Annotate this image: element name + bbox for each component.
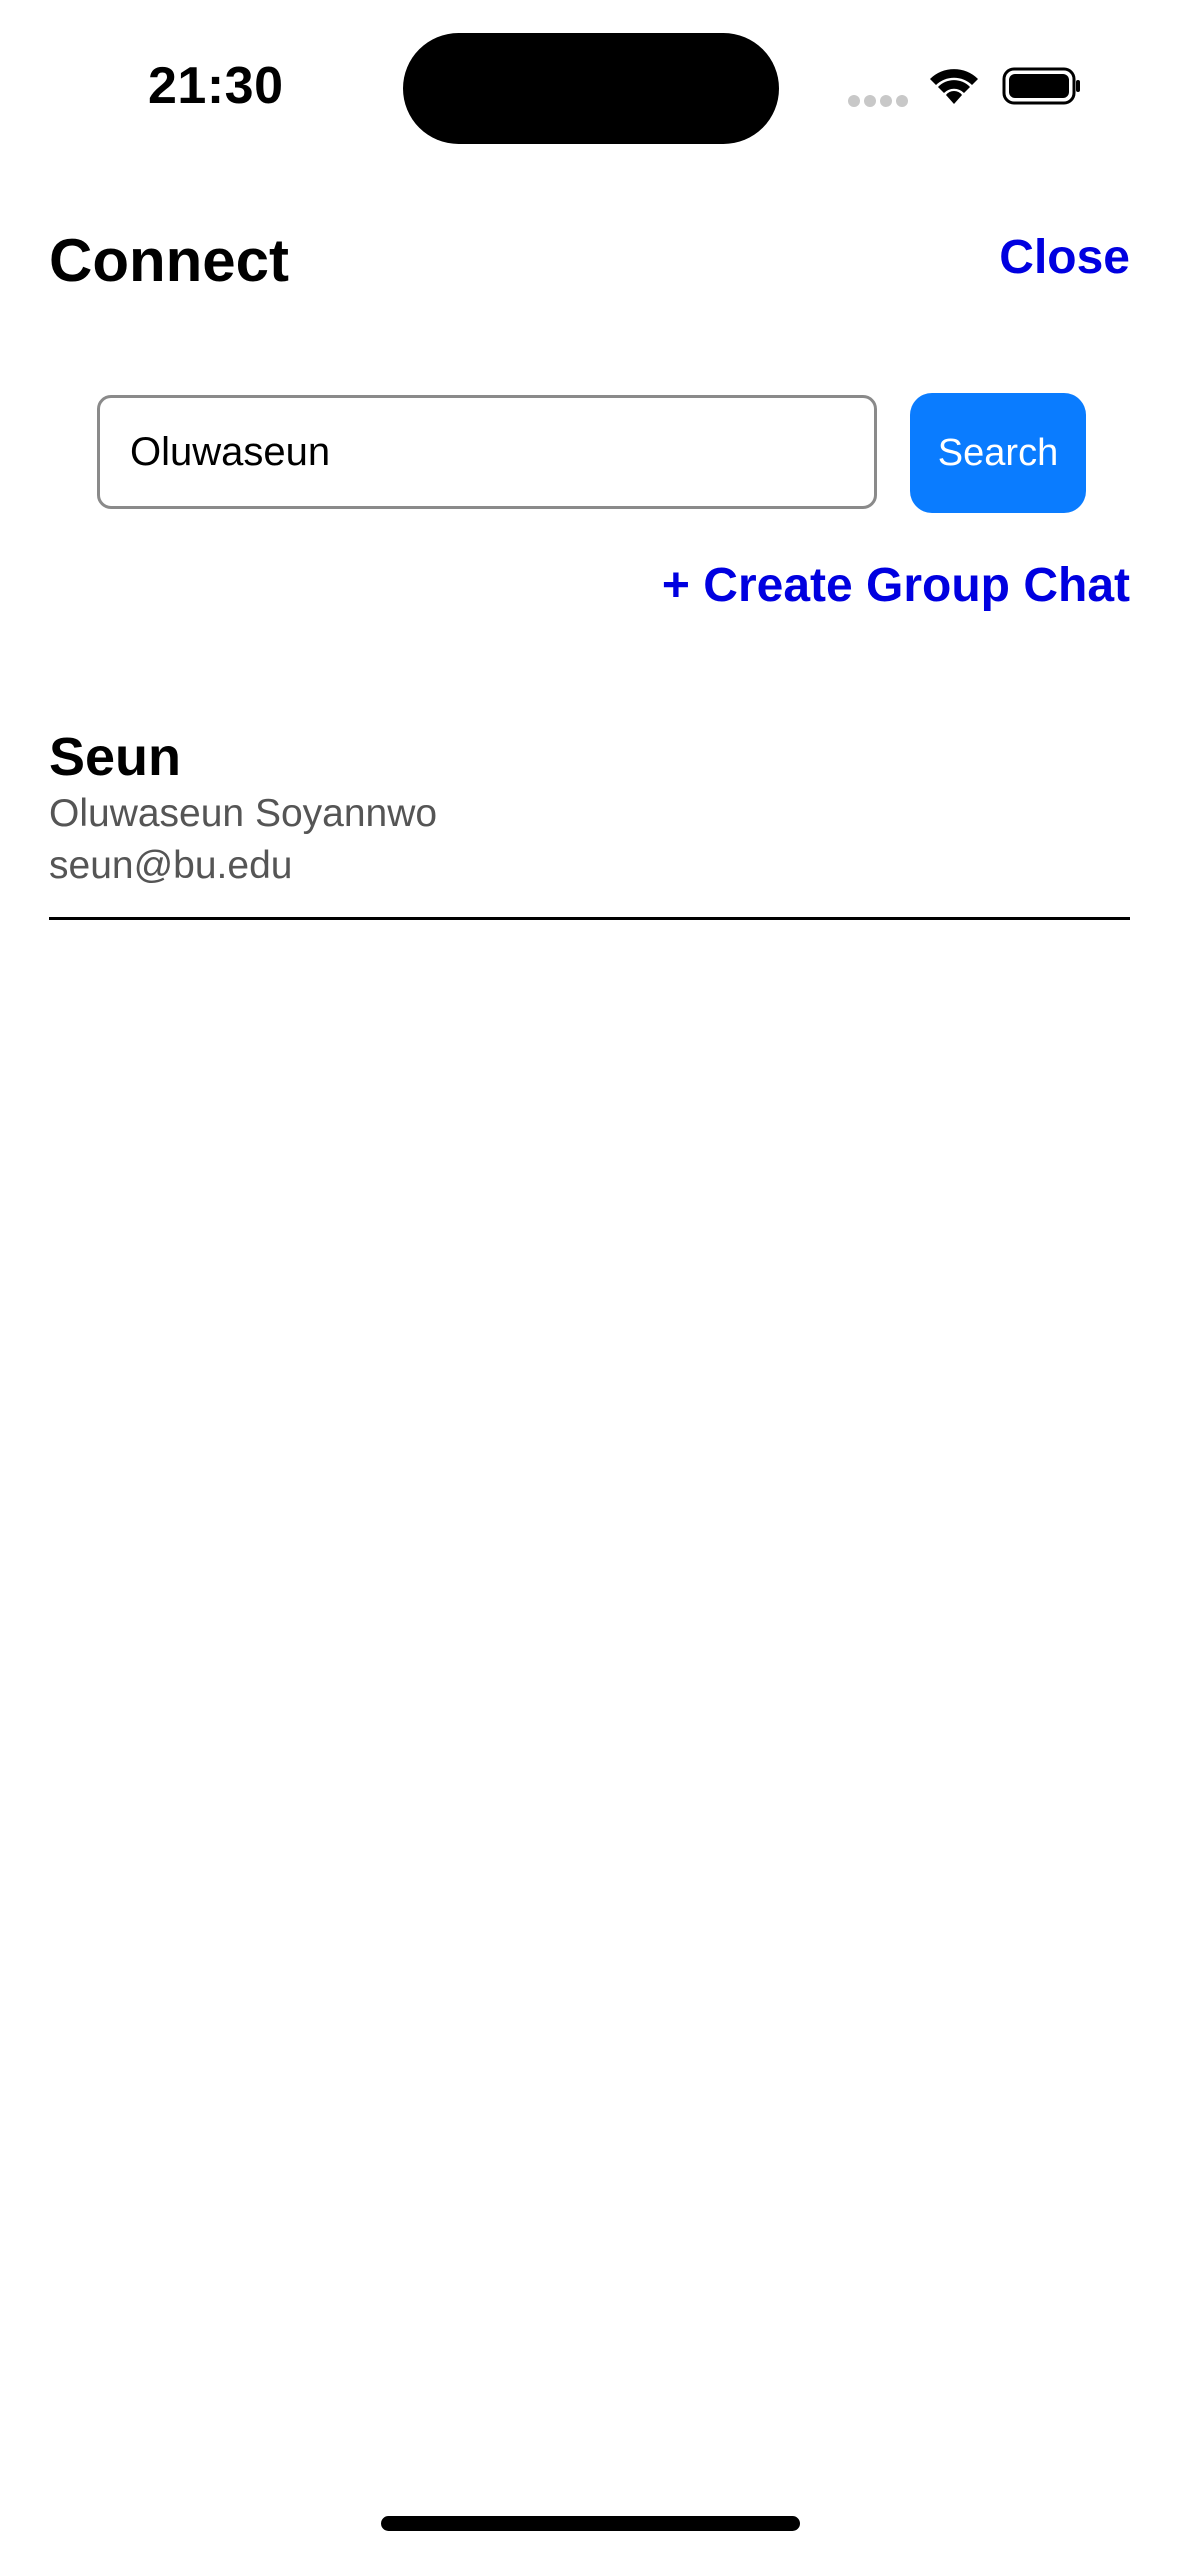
result-full-name: Oluwaseun Soyannwo	[49, 792, 438, 835]
signal-icon	[848, 95, 908, 109]
wifi-icon	[930, 69, 978, 104]
result-username: Seun	[49, 727, 182, 787]
search-row: Search	[0, 393, 1179, 515]
header: Connect Close	[0, 200, 1179, 320]
dynamic-island	[403, 33, 779, 144]
close-button[interactable]: Close	[999, 230, 1130, 285]
battery-icon	[1002, 67, 1080, 105]
results-list: Seun Oluwaseun Soyannwo seun@bu.edu	[49, 720, 1130, 920]
list-item[interactable]: Seun Oluwaseun Soyannwo seun@bu.edu	[49, 720, 1130, 920]
search-input[interactable]	[97, 395, 877, 509]
home-indicator	[381, 2516, 800, 2531]
create-group-chat-link[interactable]: + Create Group Chat	[662, 558, 1130, 613]
page-title: Connect	[49, 227, 289, 294]
status-time: 21:30	[148, 57, 284, 115]
result-email: seun@bu.edu	[49, 844, 293, 887]
search-button[interactable]: Search	[910, 393, 1086, 513]
status-bar: 21:30	[0, 0, 1179, 150]
